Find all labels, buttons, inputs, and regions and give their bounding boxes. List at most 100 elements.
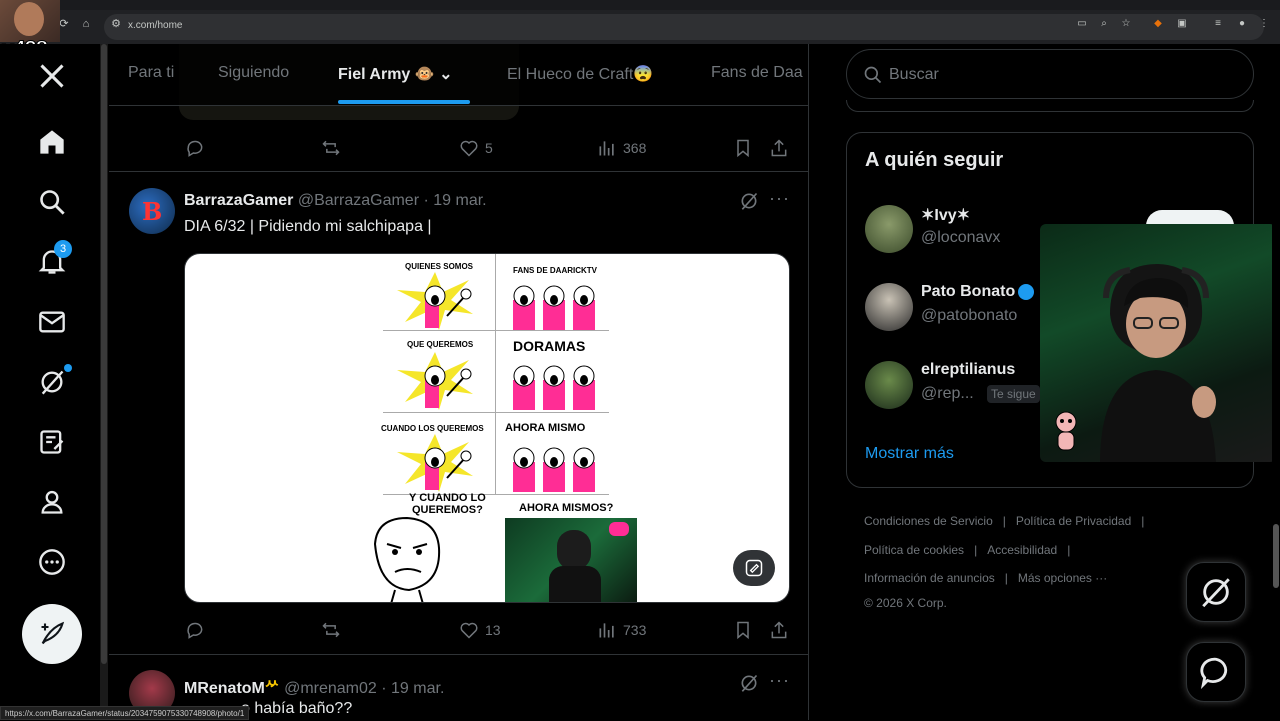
footer-link[interactable]: Más opciones ··· <box>1018 571 1107 585</box>
screaming-fans-image <box>513 285 595 330</box>
page-scrollbar-thumb[interactable] <box>1273 524 1279 588</box>
feed-scrollbar[interactable] <box>100 44 108 720</box>
address-bar[interactable] <box>104 14 1264 40</box>
feed-scrollbar-thumb[interactable] <box>101 44 107 664</box>
suggestion-name[interactable]: elreptilianus <box>921 361 1015 379</box>
grok-floating-button[interactable] <box>1186 562 1246 622</box>
suggestion-name[interactable]: Pato Bonato <box>921 283 1035 301</box>
main-timeline: Para ti Siguiendo Fiel Army 🐵 ⌄ El Hueco… <box>109 44 809 720</box>
url-text[interactable]: x.com/home <box>128 20 182 31</box>
author-emoji: ᄽ <box>264 680 280 697</box>
messages-floating-button[interactable] <box>1186 642 1246 702</box>
bookmark-button[interactable] <box>733 618 753 642</box>
zoom-icon[interactable]: ⌕ <box>1098 18 1110 30</box>
tweet-author[interactable]: BarrazaGamer @BarrazaGamer · 19 mar. <box>184 192 487 210</box>
footer-link[interactable]: Política de Privacidad <box>1016 514 1131 528</box>
notification-badge: 3 <box>54 240 72 258</box>
all-the-things-burst-image <box>397 352 473 410</box>
home-nav-icon[interactable] <box>32 122 72 162</box>
footer-link[interactable]: Información de anuncios <box>864 571 995 585</box>
home-icon[interactable]: ⌂ <box>80 18 92 30</box>
more-icon[interactable]: ··· <box>769 670 790 691</box>
profile-icon[interactable]: ● <box>1236 18 1248 30</box>
grok-explain-icon[interactable] <box>739 673 759 693</box>
bookmark-button[interactable] <box>733 136 753 160</box>
share-icon <box>771 139 787 157</box>
bookmark-star-icon[interactable]: ☆ <box>1120 18 1132 30</box>
like-button[interactable]: 5 <box>459 136 493 160</box>
compose-post-button[interactable] <box>22 604 82 664</box>
tab-search-icon[interactable]: ≡ <box>1212 18 1224 30</box>
footer-link[interactable]: Accesibilidad <box>987 543 1057 557</box>
avatar[interactable] <box>865 361 913 409</box>
messages-envelope-icon[interactable] <box>32 302 72 342</box>
show-more-link[interactable]: Mostrar más <box>865 445 954 463</box>
browser-menu-icon[interactable]: ⋮ <box>1258 18 1270 30</box>
tweet-date[interactable]: · 19 mar. <box>381 680 444 697</box>
tab-hueco-de-craft[interactable]: El Hueco de Craft😨 <box>507 64 653 84</box>
view-count: 368 <box>623 140 647 156</box>
share-button[interactable] <box>769 618 789 642</box>
grok-explain-icon[interactable] <box>739 191 759 211</box>
tab-para-ti[interactable]: Para ti <box>128 64 174 82</box>
author-handle[interactable]: @BarrazaGamer <box>298 192 419 209</box>
avatar[interactable] <box>865 205 913 253</box>
suggestion-handle: @rep... <box>921 385 974 402</box>
reply-button[interactable] <box>185 618 205 642</box>
more-options-icon[interactable] <box>32 542 72 582</box>
meme-label: AHORA MISMO <box>505 422 586 434</box>
suggestion-name[interactable]: ✶Ivy✶ <box>921 205 970 225</box>
tweet-media-image[interactable]: QUIENES SOMOS FANS DE DAARICKTV QUE QUER… <box>184 253 790 603</box>
chevron-down-icon[interactable]: ⌄ <box>439 66 452 83</box>
search-icon <box>864 66 882 84</box>
tweet-separator <box>109 171 808 172</box>
site-info-icon[interactable]: ⚙ <box>110 18 122 30</box>
share-icon <box>771 621 787 639</box>
footer-link[interactable]: Condiciones de Servicio <box>864 514 993 528</box>
share-button[interactable] <box>769 136 789 160</box>
views-button[interactable]: 733 <box>597 618 646 642</box>
view-count: 733 <box>623 622 647 638</box>
repost-button[interactable] <box>321 136 341 160</box>
prev-tweet-actions: 5 368 <box>185 136 791 160</box>
reply-button[interactable] <box>185 136 205 160</box>
tweet-author[interactable]: MRenatoMᄽ @mrenam02 · 19 mar. <box>184 674 444 698</box>
suggestion-handle: @patobonato <box>921 307 1018 324</box>
views-chart-icon <box>599 623 614 638</box>
meme-label: FANS DE DAARICKTV <box>513 266 598 275</box>
reply-icon <box>187 622 203 639</box>
author-handle[interactable]: @mrenam02 <box>284 680 377 697</box>
heart-icon <box>460 622 478 639</box>
meme-label: QUE QUEREMOS <box>407 340 474 349</box>
meme-divider <box>383 412 609 413</box>
tweet-date[interactable]: · 19 mar. <box>423 192 486 209</box>
grok-image-button[interactable] <box>733 550 775 586</box>
cast-icon[interactable]: ▭ <box>1076 18 1088 30</box>
pink-character-sticker <box>1055 411 1077 451</box>
x-logo-icon[interactable] <box>32 56 72 96</box>
like-button[interactable]: 13 <box>459 618 501 642</box>
author-name[interactable]: MRenatoM <box>184 680 265 697</box>
avatar[interactable] <box>865 283 913 331</box>
reply-icon <box>187 140 203 157</box>
profile-person-icon[interactable] <box>32 482 72 522</box>
page-scrollbar[interactable] <box>1272 44 1280 720</box>
tab-siguiendo[interactable]: Siguiendo <box>218 64 289 82</box>
explore-search-icon[interactable] <box>32 182 72 222</box>
all-the-things-burst-image <box>397 272 473 330</box>
avatar[interactable]: B <box>129 188 175 234</box>
search-input[interactable]: Buscar <box>846 49 1254 99</box>
tab-fiel-army[interactable]: Fiel Army 🐵 ⌄ <box>338 64 453 84</box>
more-icon[interactable]: ··· <box>769 188 790 209</box>
views-button[interactable]: 368 <box>597 136 646 160</box>
repost-button[interactable] <box>321 618 341 642</box>
extension-icon[interactable]: ◆ <box>1152 18 1164 30</box>
tab-fans-de-daa[interactable]: Fans de Daa <box>711 64 803 82</box>
extensions-puzzle-icon[interactable]: ▣ <box>1176 18 1188 30</box>
suggestion-handle: @loconavx <box>921 229 1001 246</box>
footer-link[interactable]: Política de cookies <box>864 543 964 557</box>
author-name[interactable]: BarrazaGamer <box>184 192 293 209</box>
search-placeholder: Buscar <box>889 66 939 83</box>
browser-chrome: ⟳ ⌂ ⚙ x.com/home ▭ ⌕ ☆ ◆ ▣ ≡ ● ⋮ <box>0 0 1280 44</box>
lists-icon[interactable] <box>32 422 72 462</box>
